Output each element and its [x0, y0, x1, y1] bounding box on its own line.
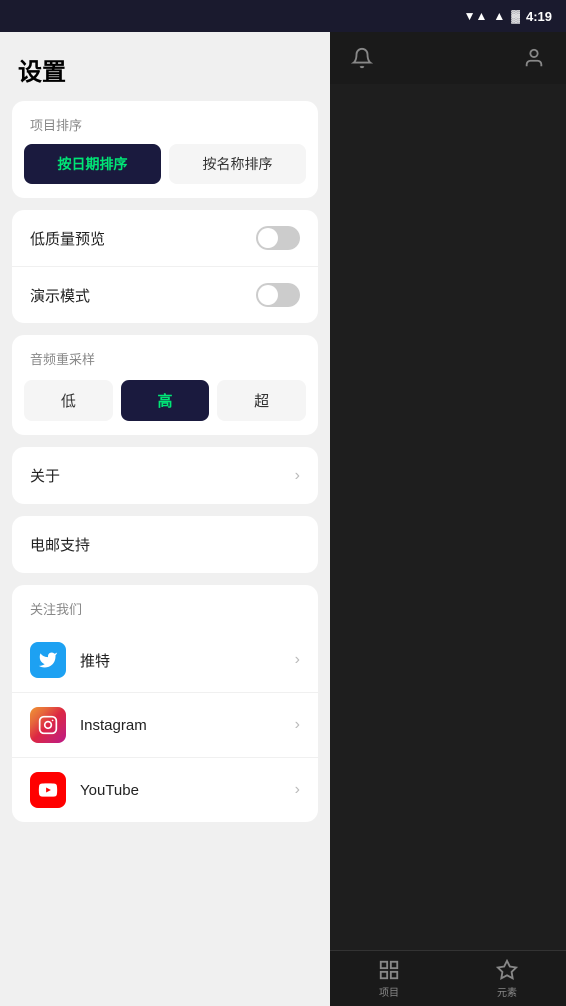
email-row[interactable]: 电邮支持 [12, 516, 318, 573]
demo-mode-toggle[interactable] [256, 283, 300, 307]
sort-by-name-button[interactable]: 按名称排序 [169, 144, 306, 184]
email-label: 电邮支持 [30, 534, 90, 555]
instagram-icon [30, 707, 66, 743]
projects-icon [377, 958, 401, 982]
nav-projects[interactable]: 项目 [377, 958, 401, 999]
resample-section-label: 音频重采样 [24, 349, 306, 368]
about-card[interactable]: 关于 › [12, 447, 318, 504]
sort-by-date-button[interactable]: 按日期排序 [24, 144, 161, 184]
status-bar: ▼▲ ▲ ▓ 4:19 [0, 0, 566, 32]
signal-icon: ▲ [493, 9, 505, 23]
sort-section-label: 项目排序 [12, 101, 318, 144]
notification-icon[interactable] [346, 42, 378, 74]
low-quality-toggle[interactable] [256, 226, 300, 250]
demo-mode-row: 演示模式 [12, 267, 318, 323]
about-label: 关于 [30, 465, 60, 486]
twitter-icon [30, 642, 66, 678]
youtube-icon [30, 772, 66, 808]
resample-card: 音频重采样 低 高 超 [12, 335, 318, 435]
resample-high-button[interactable]: 高 [121, 380, 210, 421]
sort-buttons-group: 按日期排序 按名称排序 [12, 144, 318, 198]
right-content-area [330, 84, 566, 1006]
twitter-label: 推特 [80, 650, 295, 671]
resample-low-button[interactable]: 低 [24, 380, 113, 421]
instagram-arrow-icon: › [295, 716, 300, 734]
nav-elements[interactable]: 元素 [495, 958, 519, 999]
about-row[interactable]: 关于 › [12, 447, 318, 504]
follow-us-card: 关注我们 推特 › Instagram › [12, 585, 318, 822]
elements-nav-label: 元素 [497, 984, 517, 999]
battery-icon: ▓ [511, 9, 520, 23]
page-title: 设置 [0, 32, 330, 101]
about-arrow-icon: › [295, 467, 300, 485]
low-quality-row: 低质量预览 [12, 210, 318, 267]
twitter-arrow-icon: › [295, 651, 300, 669]
resample-super-button[interactable]: 超 [217, 380, 306, 421]
follow-us-label: 关注我们 [12, 585, 318, 628]
instagram-label: Instagram [80, 717, 295, 734]
email-support-card[interactable]: 电邮支持 [12, 516, 318, 573]
wifi-icon: ▼▲ [464, 9, 488, 23]
youtube-label: YouTube [80, 782, 295, 799]
low-quality-label: 低质量预览 [30, 228, 105, 249]
toggles-card: 低质量预览 演示模式 [12, 210, 318, 323]
twitter-row[interactable]: 推特 › [12, 628, 318, 693]
time-display: 4:19 [526, 9, 552, 24]
youtube-row[interactable]: YouTube › [12, 758, 318, 822]
demo-mode-label: 演示模式 [30, 285, 90, 306]
bottom-navigation: 项目 元素 [330, 950, 566, 1006]
settings-panel: 设置 项目排序 按日期排序 按名称排序 低质量预览 演示模式 音频重采样 低 高… [0, 0, 330, 1006]
resample-buttons-group: 低 高 超 [24, 380, 306, 421]
projects-nav-label: 项目 [379, 984, 399, 999]
instagram-row[interactable]: Instagram › [12, 693, 318, 758]
youtube-arrow-icon: › [295, 781, 300, 799]
profile-icon[interactable] [518, 42, 550, 74]
elements-icon [495, 958, 519, 982]
sort-card: 项目排序 按日期排序 按名称排序 [12, 101, 318, 198]
right-panel: 项目 元素 [330, 0, 566, 1006]
right-header [330, 32, 566, 84]
